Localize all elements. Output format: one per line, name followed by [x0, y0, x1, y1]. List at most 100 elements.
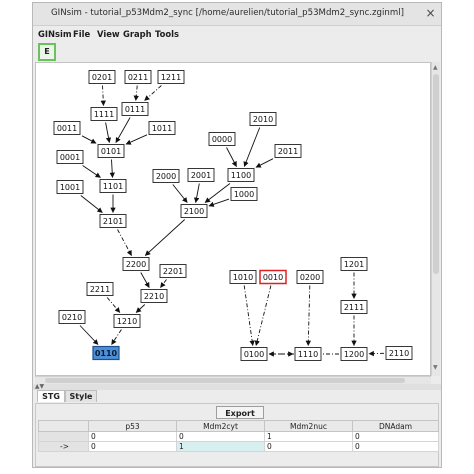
- state-node[interactable]: 2011: [274, 144, 302, 158]
- state-node[interactable]: 2100: [180, 204, 208, 218]
- state-node[interactable]: 1000: [230, 187, 258, 201]
- transition-edge[interactable]: [115, 117, 131, 143]
- menu-ginsim[interactable]: GINsim: [38, 29, 72, 39]
- transition-edge[interactable]: [109, 159, 115, 179]
- menu-file[interactable]: File: [73, 29, 90, 39]
- state-transition-graph[interactable]: 0201 0211 1211 1111 0111 0011 1011 0101 0001 1101…: [36, 63, 430, 375]
- table-cell[interactable]: 0: [176, 431, 265, 442]
- state-node[interactable]: 2201: [159, 264, 187, 278]
- table-row[interactable]: -> 0 1 0 0: [38, 441, 439, 452]
- state-node[interactable]: 2111: [340, 300, 368, 314]
- state-node-label: 2200: [126, 260, 146, 269]
- state-node-label: 0211: [128, 73, 148, 82]
- transition-edge[interactable]: [105, 122, 112, 144]
- transition-edge[interactable]: [140, 272, 150, 288]
- table-cell[interactable]: 1: [176, 441, 265, 452]
- state-node[interactable]: 1011: [148, 121, 176, 135]
- transition-edge[interactable]: [160, 279, 167, 288]
- state-node[interactable]: 0011: [53, 121, 81, 135]
- state-node[interactable]: 2000: [152, 169, 180, 183]
- transition-edge[interactable]: [254, 285, 272, 347]
- state-node[interactable]: 1111: [90, 107, 118, 121]
- transition-edge[interactable]: [172, 184, 188, 203]
- graph-canvas[interactable]: 0201 0211 1211 1111 0111 0011 1011 0101 0001 1101…: [35, 62, 431, 376]
- menu-view[interactable]: View: [97, 29, 120, 39]
- transition-edge[interactable]: [100, 85, 106, 107]
- state-node[interactable]: 1210: [113, 314, 141, 328]
- transition-edge[interactable]: [208, 198, 230, 207]
- state-node[interactable]: 0101: [97, 144, 125, 158]
- table-cell[interactable]: 0: [88, 431, 177, 442]
- state-node[interactable]: 1201: [340, 257, 368, 271]
- state-node[interactable]: 2210: [140, 289, 168, 303]
- state-node[interactable]: 2200: [122, 257, 150, 271]
- scroll-down-icon[interactable]: ▼: [433, 364, 438, 371]
- close-icon[interactable]: ×: [424, 7, 437, 20]
- table-cell[interactable]: 0: [352, 441, 439, 452]
- row-label: ->: [38, 441, 89, 452]
- menu-graph[interactable]: Graph: [123, 29, 152, 39]
- transition-edge[interactable]: [81, 135, 97, 144]
- state-node[interactable]: 0200: [296, 270, 324, 284]
- vertical-scroll-thumb[interactable]: [433, 74, 439, 274]
- table-cell[interactable]: 1: [264, 431, 353, 442]
- transition-edge[interactable]: [226, 147, 237, 167]
- tab-style[interactable]: Style: [65, 390, 97, 402]
- state-node[interactable]: 0211: [124, 70, 152, 84]
- table-cell[interactable]: 0: [88, 441, 177, 452]
- horizontal-scroll-thumb[interactable]: [45, 378, 405, 383]
- state-node[interactable]: 1010: [229, 270, 257, 284]
- state-node[interactable]: 2101: [99, 214, 127, 228]
- state-node[interactable]: 1200: [340, 347, 368, 361]
- transition-edge[interactable]: [144, 85, 162, 101]
- state-node[interactable]: 2211: [86, 282, 114, 296]
- state-node-label: 2201: [163, 267, 183, 276]
- menu-tools[interactable]: Tools: [155, 29, 179, 39]
- title-bar[interactable]: GINsim - tutorial_p53Mdm2_sync [/home/au…: [33, 3, 441, 26]
- state-node-label: 0210: [62, 313, 82, 322]
- column-header-blank: [38, 420, 89, 432]
- transition-edge[interactable]: [133, 85, 139, 102]
- transition-edge[interactable]: [125, 134, 148, 145]
- state-node[interactable]: 2110: [385, 346, 413, 360]
- state-node[interactable]: 0201: [88, 70, 116, 84]
- transition-edge[interactable]: [243, 127, 261, 168]
- transition-edge[interactable]: [106, 297, 121, 313]
- scroll-up-icon[interactable]: ▲: [433, 64, 438, 71]
- transition-edge[interactable]: [79, 325, 99, 345]
- transition-edge[interactable]: [144, 219, 186, 256]
- state-node[interactable]: 0000: [208, 132, 236, 146]
- transition-edge[interactable]: [135, 304, 146, 313]
- state-node[interactable]: 0111: [121, 102, 149, 116]
- state-node[interactable]: 2001: [187, 168, 215, 182]
- table-row[interactable]: 0 0 1 0: [38, 431, 439, 442]
- edit-mode-button[interactable]: E: [38, 43, 56, 61]
- transition-edge[interactable]: [111, 329, 122, 345]
- state-node[interactable]: 2010: [249, 112, 277, 126]
- table-cell[interactable]: 0: [352, 431, 439, 442]
- state-node[interactable]: 0100: [240, 347, 268, 361]
- vertical-scrollbar[interactable]: ▲ ▼: [431, 62, 440, 376]
- state-node[interactable]: 1101: [99, 179, 127, 193]
- transition-edge[interactable]: [117, 229, 132, 256]
- transition-edge[interactable]: [80, 195, 103, 213]
- state-node[interactable]: 0210: [58, 310, 86, 324]
- state-node-label: 1100: [231, 171, 251, 180]
- transition-edge[interactable]: [82, 165, 101, 178]
- export-button[interactable]: Export: [216, 406, 264, 419]
- state-node[interactable]: 1211: [157, 70, 185, 84]
- state-node[interactable]: 0010: [259, 269, 287, 285]
- horizontal-scrollbar[interactable]: [35, 376, 431, 384]
- state-node[interactable]: 1001: [56, 180, 84, 194]
- state-node[interactable]: 0001: [56, 150, 84, 164]
- table-cell[interactable]: 0: [264, 441, 353, 452]
- transition-edge[interactable]: [193, 183, 200, 204]
- tab-stg[interactable]: STG: [37, 390, 65, 402]
- transition-edge[interactable]: [305, 285, 312, 347]
- transition-edge[interactable]: [243, 285, 255, 347]
- transition-edge[interactable]: [255, 158, 274, 168]
- state-node[interactable]: 1100: [227, 168, 255, 182]
- state-node[interactable]: 0110: [92, 345, 120, 361]
- splitter-arrows-icon[interactable]: ▲▼: [33, 383, 44, 390]
- state-node[interactable]: 1110: [294, 347, 322, 361]
